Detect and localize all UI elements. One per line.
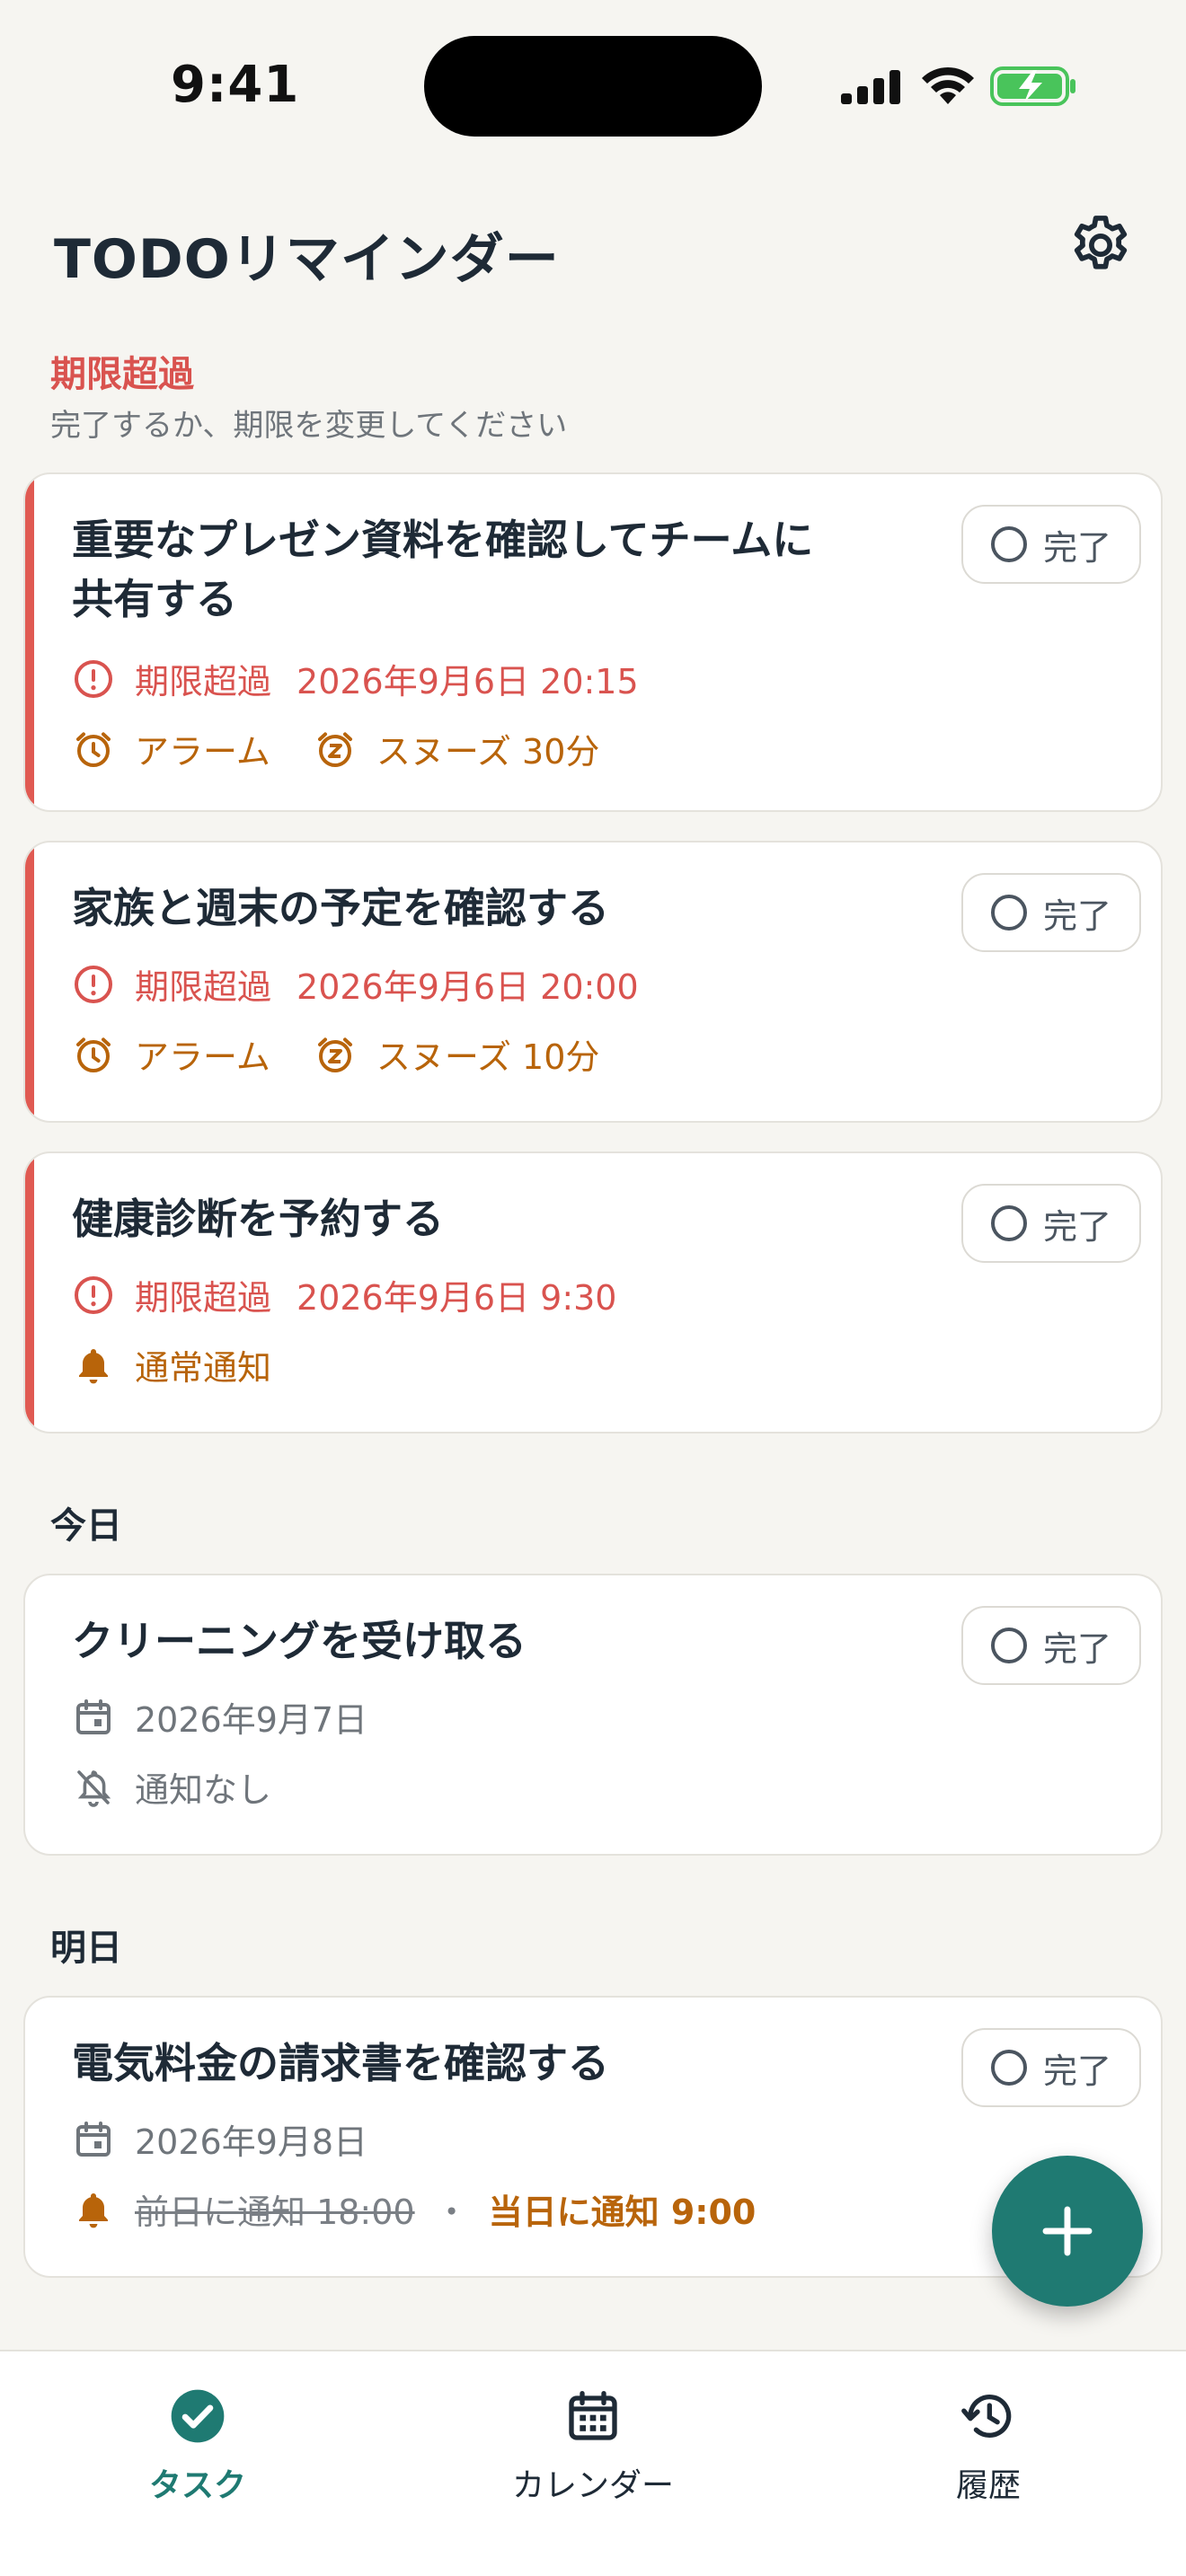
complete-label: 完了 bbox=[1042, 1628, 1111, 1669]
task-title: 電気料金の請求書を確認する bbox=[72, 2039, 609, 2087]
section-subtitle-overdue: 完了するか、期限を変更してください bbox=[50, 408, 568, 444]
calendar-icon bbox=[72, 2118, 115, 2161]
tab-label: 履歴 bbox=[955, 2467, 1021, 2504]
task-alert-row: アラーム スヌーズ 30分 bbox=[72, 724, 599, 773]
overdue-label: 期限超過 bbox=[135, 967, 272, 1007]
task-due-row: 期限超過 2026年9月6日 9:30 bbox=[72, 1270, 617, 1319]
tab-history[interactable]: 履歴 bbox=[854, 2387, 1123, 2522]
task-alert-row: 通知なし bbox=[72, 1762, 271, 1812]
complete-label: 完了 bbox=[1042, 895, 1111, 936]
task-date: 2026年9月7日 bbox=[135, 1700, 368, 1740]
complete-label: 完了 bbox=[1042, 2051, 1111, 2091]
section-title-today: 今日 bbox=[50, 1505, 122, 1547]
due-datetime: 2026年9月6日 9:30 bbox=[296, 1278, 617, 1318]
alert-type: アラーム bbox=[135, 1037, 270, 1077]
task-alert-row: 前日に通知 18:00 ・ 当日に通知 9:00 bbox=[72, 2184, 756, 2234]
task-title: 重要なプレゼン資料を確認してチームに共有する bbox=[72, 516, 814, 623]
due-datetime: 2026年9月6日 20:00 bbox=[296, 967, 639, 1007]
complete-button[interactable]: 完了 bbox=[961, 2028, 1141, 2107]
circle-icon bbox=[990, 1628, 1027, 1663]
bottom-tab-bar: タスク カレンダー 履歴 bbox=[0, 2350, 1186, 2576]
status-time: 9:41 bbox=[171, 56, 300, 114]
tab-calendar[interactable]: カレンダー bbox=[458, 2387, 728, 2522]
alert-type: 通常通知 bbox=[135, 1348, 272, 1388]
alert-circle-icon bbox=[72, 657, 115, 701]
complete-button[interactable]: 完了 bbox=[961, 505, 1141, 584]
alert-type: アラーム bbox=[135, 732, 270, 772]
snooze-duration: スヌーズ 10分 bbox=[376, 1037, 600, 1077]
task-title: 健康診断を予約する bbox=[72, 1195, 444, 1243]
task-title: クリーニングを受け取る bbox=[72, 1617, 527, 1665]
alarm-clock-icon bbox=[72, 1033, 115, 1076]
alert-type: 通知なし bbox=[135, 1770, 272, 1810]
task-alert-row: アラーム スヌーズ 10分 bbox=[72, 1029, 599, 1079]
app-title: TODOリマインダー bbox=[54, 228, 560, 291]
bell-icon bbox=[72, 2188, 115, 2231]
circle-icon bbox=[990, 526, 1027, 562]
battery-charging-icon bbox=[990, 66, 1075, 106]
task-title: 家族と週末の予定を確認する bbox=[72, 884, 609, 932]
bell-icon bbox=[72, 1344, 115, 1387]
settings-button[interactable] bbox=[1062, 207, 1139, 284]
tab-tasks[interactable]: タスク bbox=[63, 2387, 332, 2522]
task-card[interactable]: クリーニングを受け取る 完了 2026年9月7日 通知なし bbox=[23, 1574, 1163, 1856]
task-card[interactable]: 家族と週末の予定を確認する 完了 期限超過 2026年9月6日 20:00 アラ… bbox=[23, 841, 1163, 1123]
alarm-clock-icon bbox=[72, 728, 115, 771]
task-due-row: 期限超過 2026年9月6日 20:00 bbox=[72, 959, 639, 1009]
overdue-label: 期限超過 bbox=[135, 1278, 272, 1318]
task-date-row: 2026年9月7日 bbox=[72, 1692, 367, 1742]
add-task-button[interactable] bbox=[992, 2156, 1143, 2307]
plus-icon bbox=[1042, 2206, 1093, 2256]
history-icon bbox=[961, 2394, 1012, 2438]
task-date-row: 2026年9月8日 bbox=[72, 2114, 367, 2164]
tab-label: タスク bbox=[148, 2467, 246, 2504]
gear-icon bbox=[1074, 216, 1128, 269]
tab-label: カレンダー bbox=[511, 2467, 674, 2504]
task-due-row: 期限超過 2026年9月6日 20:15 bbox=[72, 654, 639, 703]
wifi-icon bbox=[922, 66, 974, 104]
section-title-overdue: 期限超過 bbox=[50, 354, 194, 395]
due-datetime: 2026年9月6日 20:15 bbox=[296, 662, 639, 701]
complete-button[interactable]: 完了 bbox=[961, 1184, 1141, 1263]
circle-icon bbox=[990, 895, 1027, 931]
task-card[interactable]: 重要なプレゼン資料を確認してチームに共有する 完了 期限超過 2026年9月6日… bbox=[23, 472, 1163, 812]
cellular-signal-icon bbox=[841, 70, 900, 104]
check-circle-icon bbox=[171, 2389, 225, 2443]
alert-circle-icon bbox=[72, 963, 115, 1006]
task-alert-row: 通常通知 bbox=[72, 1340, 271, 1389]
circle-icon bbox=[990, 1205, 1027, 1241]
bell-off-icon bbox=[72, 1766, 115, 1809]
calendar-icon bbox=[569, 2391, 617, 2440]
old-alert-time: 前日に通知 18:00 bbox=[135, 2192, 415, 2232]
status-bar: 9:41 bbox=[0, 0, 1186, 171]
circle-icon bbox=[990, 2050, 1027, 2086]
alert-circle-icon bbox=[72, 1274, 115, 1317]
dynamic-island bbox=[424, 36, 762, 137]
calendar-icon bbox=[72, 1696, 115, 1739]
snooze-icon bbox=[314, 728, 357, 771]
new-alert-time: 当日に通知 9:00 bbox=[488, 2192, 757, 2232]
complete-button[interactable]: 完了 bbox=[961, 1606, 1141, 1685]
section-title-tomorrow: 明日 bbox=[50, 1928, 122, 1969]
snooze-icon bbox=[314, 1033, 357, 1076]
snooze-duration: スヌーズ 30分 bbox=[376, 732, 600, 772]
task-date: 2026年9月8日 bbox=[135, 2122, 368, 2162]
overdue-label: 期限超過 bbox=[135, 662, 272, 701]
complete-label: 完了 bbox=[1042, 527, 1111, 568]
complete-button[interactable]: 完了 bbox=[961, 873, 1141, 952]
separator: ・ bbox=[434, 2192, 469, 2232]
task-card[interactable]: 健康診断を予約する 完了 期限超過 2026年9月6日 9:30 通常通知 bbox=[23, 1151, 1163, 1434]
complete-label: 完了 bbox=[1042, 1206, 1111, 1247]
